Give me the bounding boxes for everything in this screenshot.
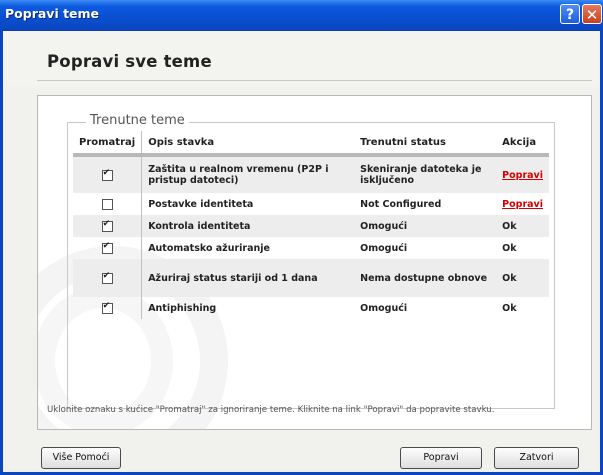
- watch-checkbox[interactable]: [101, 241, 113, 254]
- column-header-status: Trenutni status: [354, 131, 497, 157]
- row-description: Ažuriraj status stariji od 1 dana: [141, 259, 355, 297]
- row-description: Automatsko ažuriranje: [148, 242, 270, 254]
- table-row: Postavke identiteta Not Configured Popra…: [73, 193, 549, 215]
- column-header-action: Akcija: [496, 131, 549, 157]
- close-button[interactable]: Zatvori: [494, 447, 579, 469]
- title-bar[interactable]: Popravi teme ? ✕: [0, 0, 603, 31]
- row-description: Postavke identiteta: [148, 198, 254, 210]
- row-action: Ok: [496, 215, 549, 237]
- table-row: Ažuriraj status stariji od 1 dana Nema d…: [73, 259, 549, 297]
- table-row: Automatsko ažuriranje Omogući Ok: [73, 237, 549, 259]
- watch-checkbox[interactable]: [101, 301, 113, 314]
- row-action: Ok: [502, 302, 517, 314]
- current-issues-group: Trenutne teme Promatraj Opis stavka Tren…: [67, 113, 555, 409]
- footer-hint: Uklonite oznaku s kućice "Promatraj" za …: [47, 405, 495, 415]
- fix-link[interactable]: Popravi: [502, 199, 543, 210]
- row-status: Omogući: [360, 242, 408, 254]
- dialog-window: Popravi teme ? ✕ Popravi sve teme Trenut…: [0, 0, 603, 475]
- row-description: Antiphishing: [148, 302, 217, 314]
- row-action: Ok: [496, 259, 549, 297]
- content-panel: Trenutne teme Promatraj Opis stavka Tren…: [37, 95, 592, 430]
- row-action: Ok: [502, 242, 517, 254]
- column-header-watch: Promatraj: [73, 131, 143, 157]
- row-status: Omogući: [360, 302, 408, 314]
- watch-checkbox[interactable]: [101, 219, 113, 232]
- watch-checkbox[interactable]: [101, 198, 113, 210]
- page-title: Popravi sve teme: [47, 52, 212, 71]
- watch-checkbox[interactable]: [101, 168, 113, 181]
- row-description: Kontrola identiteta: [141, 215, 355, 237]
- table-row: Kontrola identiteta Omogući Ok: [73, 215, 549, 237]
- help-icon[interactable]: ?: [560, 4, 580, 24]
- row-status: Skeniranje datoteka je isključeno: [354, 155, 497, 193]
- window-title: Popravi teme: [5, 6, 100, 21]
- close-icon[interactable]: ✕: [582, 4, 602, 24]
- header-divider: [37, 80, 592, 81]
- table-row: Zaštita u realnom vremenu (P2P i pristup…: [73, 155, 549, 193]
- issues-table: Promatraj Opis stavka Trenutni status Ak…: [73, 131, 549, 319]
- group-label: Trenutne teme: [86, 113, 189, 128]
- more-help-button[interactable]: Više Pomoći: [41, 447, 121, 469]
- row-status: Not Configured: [360, 198, 442, 210]
- table-row: Antiphishing Omogući Ok: [73, 297, 549, 319]
- row-description: Zaštita u realnom vremenu (P2P i pristup…: [141, 155, 355, 193]
- watch-checkbox[interactable]: [101, 271, 113, 284]
- table-header-row: Promatraj Opis stavka Trenutni status Ak…: [73, 131, 549, 157]
- fix-button[interactable]: Popravi: [400, 447, 482, 469]
- fix-link[interactable]: Popravi: [502, 170, 543, 181]
- row-status: Omogući: [354, 215, 497, 237]
- row-status: Nema dostupne obnove: [354, 259, 497, 297]
- column-header-description: Opis stavka: [141, 131, 355, 157]
